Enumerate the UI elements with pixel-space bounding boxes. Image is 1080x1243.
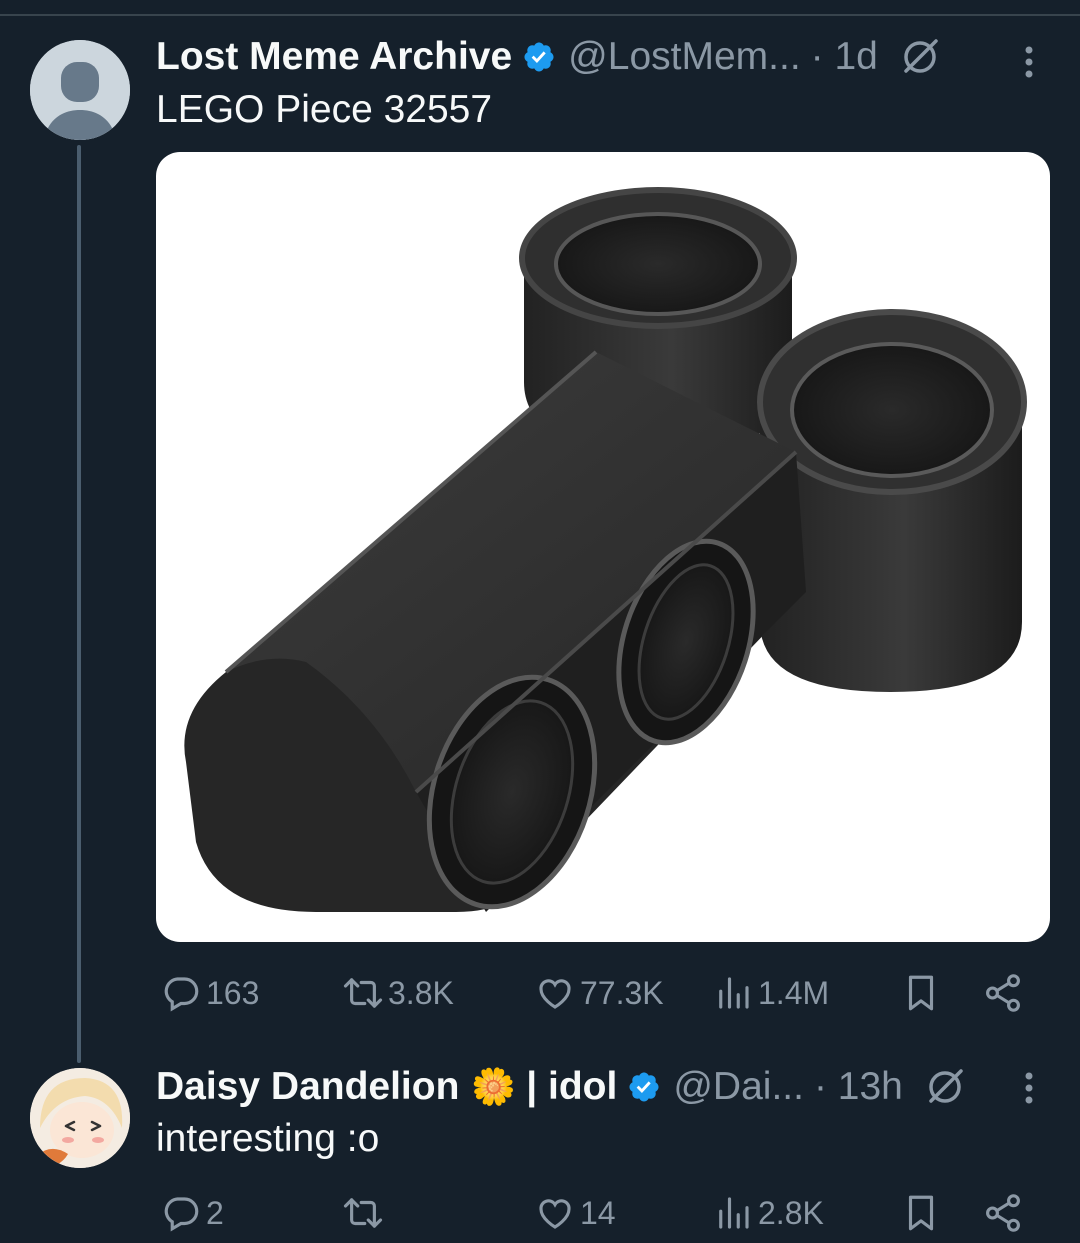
default-avatar-icon [30,40,130,140]
like-icon [539,979,571,1009]
views-count: 2.8K [758,1194,824,1231]
like-count: 77.3K [580,974,664,1011]
reply-icon [164,977,199,1012]
retweet-count: 3.8K [388,974,454,1011]
bookmark-button[interactable] [900,1188,942,1238]
author-name[interactable]: Lost Meme Archive [156,35,512,79]
more-icon[interactable] [1019,1068,1039,1108]
anime-avatar-icon [30,1068,130,1168]
tweet-timestamp[interactable]: · 1d [811,35,878,79]
views-button[interactable]: 1.4M [712,968,829,1018]
share-icon [986,1194,1020,1232]
like-button[interactable]: 77.3K [534,968,664,1018]
reply-header: Daisy Dandelion 🌼 | idol @Dai... · 13h [156,1062,967,1112]
more-icon[interactable] [1019,42,1039,82]
share-icon [986,974,1020,1012]
grok-icon[interactable] [923,1065,967,1109]
reply-author-avatar[interactable] [30,1068,130,1168]
like-button[interactable]: 14 [534,1188,616,1238]
reply-text: interesting :o [156,1117,380,1160]
tweet-header: Lost Meme Archive @LostMem... · 1d [156,32,942,82]
reply-author-name-suffix[interactable]: | idol [526,1065,617,1109]
like-icon [539,1199,571,1229]
reply-author-name[interactable]: Daisy Dandelion [156,1065,459,1109]
retweet-icon [343,978,383,1008]
views-icon [719,1197,749,1229]
bookmark-icon [908,1195,934,1231]
verified-badge-icon[interactable] [522,40,556,74]
reply-actions: 2 14 2.8K [156,1188,1036,1238]
reply-author-handle[interactable]: @Dai... [673,1065,804,1109]
top-divider [0,14,1080,16]
reply-button[interactable]: 163 [160,968,259,1018]
grok-icon[interactable] [898,35,942,79]
reply-count: 163 [206,974,260,1011]
retweet-icon [343,1198,383,1228]
author-avatar[interactable] [30,40,130,140]
lego-piece-image [184,187,1027,912]
reply-icon [164,1197,199,1232]
views-count: 1.4M [758,974,830,1011]
tweet-actions: 163 3.8K 77.3K 1.4M [156,968,1036,1018]
retweet-button[interactable]: 3.8K [342,968,454,1018]
views-icon [719,977,749,1009]
retweet-button[interactable] [342,1188,388,1238]
share-button[interactable] [982,968,1024,1018]
daisy-emoji: 🌼 [471,1066,517,1107]
share-button[interactable] [982,1188,1024,1238]
bookmark-icon [908,975,934,1011]
reply-button[interactable]: 2 [160,1188,224,1238]
tweet-media-image[interactable] [156,152,1050,942]
thread-line [77,145,81,1063]
bookmark-button[interactable] [900,968,942,1018]
views-button[interactable]: 2.8K [712,1188,824,1238]
author-handle[interactable]: @LostMem... [568,35,800,79]
reply-count: 2 [206,1194,224,1231]
like-count: 14 [580,1194,616,1231]
verified-badge-icon[interactable] [627,1070,661,1104]
tweet-text: LEGO Piece 32557 [156,88,493,131]
reply-timestamp[interactable]: · 13h [814,1065,903,1109]
